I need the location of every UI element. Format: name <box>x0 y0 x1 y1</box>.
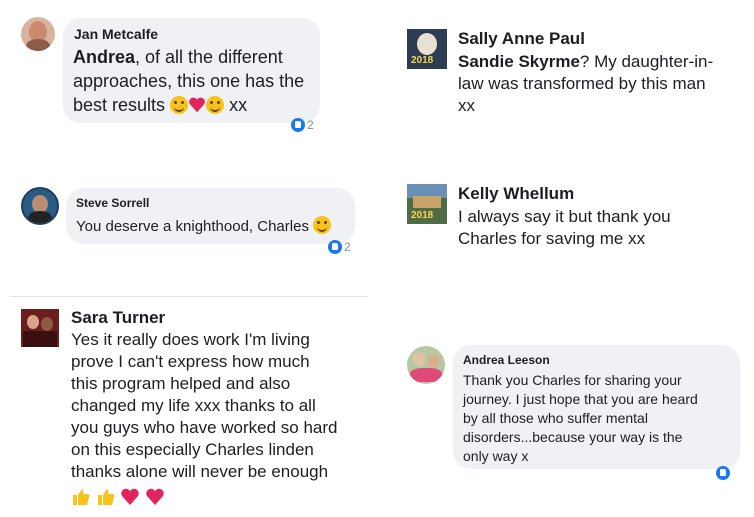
text-line: disorders...because your way is the <box>463 429 683 445</box>
comment-bubble: Steve Sorrell You deserve a knighthood, … <box>66 188 355 244</box>
reaction-summary[interactable]: 2 <box>291 118 314 132</box>
kissing-face-icon <box>206 96 225 114</box>
text-line: prove I can't express how much <box>71 352 310 371</box>
text-line: only way x <box>463 448 529 464</box>
comment-text: Andrea, of all the different approaches,… <box>73 45 313 117</box>
mention-link[interactable]: Sandie Skyrme <box>458 52 580 71</box>
like-icon <box>291 118 305 132</box>
text-line: changed my life xxx thanks to all <box>71 396 316 415</box>
text-line: you guys who have worked so hard <box>71 418 338 437</box>
red-heart-icon <box>145 487 165 513</box>
comment-text: Sandie Skyrme? My daughter-in- law was t… <box>458 51 748 117</box>
reaction-count: 2 <box>344 240 351 254</box>
mention-link[interactable]: Andrea <box>73 47 135 67</box>
comment-author[interactable]: Jan Metcalfe <box>74 26 158 42</box>
comment-author[interactable]: Sara Turner <box>71 308 165 328</box>
comment-author[interactable]: Steve Sorrell <box>76 196 149 210</box>
avatar[interactable]: 2018 <box>407 184 447 224</box>
text-line: law was transformed by this man <box>458 74 706 93</box>
text-line: thanks alone will never be enough <box>71 462 329 481</box>
red-heart-icon <box>188 96 206 114</box>
comment-author[interactable]: Kelly Whellum <box>458 184 574 204</box>
comment-bubble: Jan Metcalfe Andrea, of all the differen… <box>63 18 320 123</box>
comment-author[interactable]: Sally Anne Paul <box>458 29 585 49</box>
text-line: Yes it really does work I'm living <box>71 330 310 349</box>
year-badge: 2018 <box>411 55 434 66</box>
grinning-face-icon <box>313 216 332 234</box>
comment-text: Thank you Charles for sharing your journ… <box>463 371 738 466</box>
like-icon <box>328 240 342 254</box>
text-line: I always say it but thank you <box>458 207 671 226</box>
text-line: xx <box>458 96 475 115</box>
thumbs-up-icon <box>71 487 91 513</box>
reaction-count: 2 <box>307 118 314 132</box>
comment-author[interactable]: Andrea Leeson <box>463 353 550 367</box>
text-line: by all those who suffer mental <box>463 410 648 426</box>
comment-tail: xx <box>229 95 248 115</box>
avatar[interactable] <box>21 187 59 225</box>
text-line: Charles for saving me xx <box>458 229 646 248</box>
avatar[interactable] <box>21 309 59 347</box>
grinning-face-icon <box>170 96 189 114</box>
avatar[interactable] <box>21 17 55 51</box>
reaction-summary[interactable] <box>716 466 730 480</box>
thumbs-up-icon <box>96 487 116 513</box>
comment-body: You deserve a knighthood, Charles <box>76 218 309 235</box>
text-line: on this especially Charles linden <box>71 440 314 459</box>
text-line: Thank you Charles for sharing your <box>463 372 682 388</box>
comment-bubble: Andrea Leeson Thank you Charles for shar… <box>453 345 740 469</box>
comment-text: Yes it really does work I'm living prove… <box>71 329 371 513</box>
text-line: journey. I just hope that you are heard <box>463 391 698 407</box>
like-icon <box>716 466 730 480</box>
avatar[interactable]: 2018 <box>407 29 447 69</box>
red-heart-icon <box>120 487 140 513</box>
divider <box>10 296 368 297</box>
year-badge: 2018 <box>411 210 434 221</box>
comment-text: You deserve a knighthood, Charles <box>76 216 332 237</box>
reaction-summary[interactable]: 2 <box>328 240 351 254</box>
text-line: this program helped and also <box>71 374 291 393</box>
comment-text: I always say it but thank you Charles fo… <box>458 206 748 250</box>
text-line: ? My daughter-in- <box>579 52 714 71</box>
emoji-row <box>71 487 371 513</box>
avatar[interactable] <box>407 346 445 384</box>
